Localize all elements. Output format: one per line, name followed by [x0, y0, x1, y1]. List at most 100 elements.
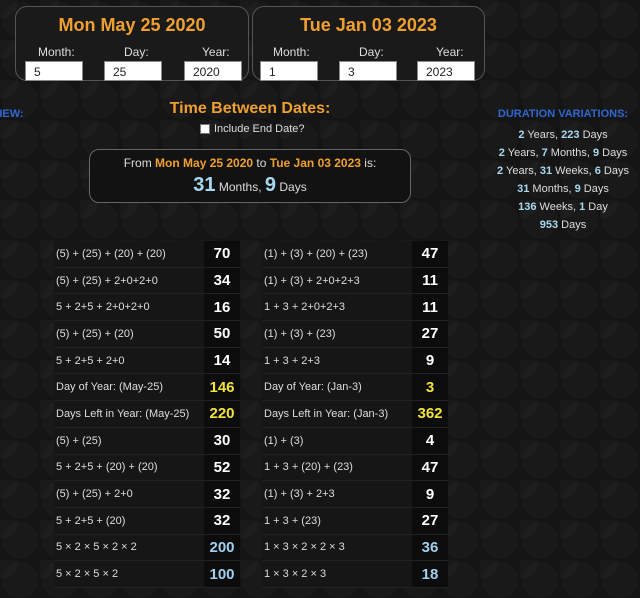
from-prefix: From — [123, 156, 152, 170]
table-row: (5) + (25) + (20) + (20) 70 — [54, 241, 240, 268]
duration-number: 31 — [539, 165, 553, 177]
date2-month-input[interactable]: 1 — [260, 61, 318, 81]
duration-line: 136 Weeks, 1 Day — [486, 198, 640, 216]
to-date: Tue Jan 03 2023 — [269, 156, 361, 170]
table-row: Day of Year: (May-25) 146 — [54, 374, 240, 402]
row-value: 50 — [204, 321, 240, 347]
row-value: 47 — [412, 241, 448, 267]
table-row: (1) + (3) + 2+3 9 — [262, 481, 448, 508]
table-row: (1) + (3) + (20) + (23) 47 — [262, 241, 448, 268]
table-row: 5 + 2+5 + (20) + (20) 52 — [54, 454, 240, 482]
duration-unit: Day — [585, 201, 608, 213]
duration-unit: Days — [579, 129, 608, 141]
row-value: 36 — [412, 534, 448, 561]
date2-year-input[interactable]: 2023 — [417, 61, 475, 81]
table-row: 1 + 3 + 2+0+2+3 11 — [262, 294, 448, 322]
row-expression: 1 + 3 + 2+0+2+3 — [262, 294, 412, 321]
duration-variations: DURATION VARIATIONS: 2 Years, 223 Days 2 … — [486, 108, 640, 234]
duration-unit: Weeks, — [536, 201, 580, 213]
table-row: 5 × 2 × 5 × 2 100 — [54, 561, 240, 588]
include-end-date-checkbox[interactable] — [200, 124, 210, 134]
duration-number: 136 — [518, 201, 537, 213]
table-row: 5 + 2+5 + 2+0 14 — [54, 347, 240, 375]
row-expression: 5 + 2+5 + (20) + (20) — [54, 454, 204, 481]
row-expression: (5) + (25) + (20) — [54, 321, 204, 347]
date2-year-label: Year: — [436, 45, 464, 59]
view-label: VIEW: — [0, 108, 24, 120]
table-row: Days Left in Year: (May-25) 220 — [54, 401, 240, 428]
to-word: to — [256, 156, 267, 170]
row-expression: 5 + 2+5 + 2+0 — [54, 347, 204, 374]
table-row: 1 + 3 + (20) + (23) 47 — [262, 454, 448, 482]
table-row: (5) + (25) 30 — [54, 427, 240, 455]
table-row: 5 × 2 × 5 × 2 × 2 200 — [54, 534, 240, 562]
duration-unit: Years, — [503, 165, 540, 177]
row-value: 362 — [412, 401, 448, 427]
row-value: 27 — [412, 321, 448, 347]
row-value: 52 — [204, 454, 240, 481]
time-between-title: Time Between Dates: — [169, 100, 331, 117]
row-expression: 5 × 2 × 5 × 2 — [54, 561, 204, 587]
include-end-date[interactable]: Include End Date? — [200, 123, 305, 135]
date2-day-input[interactable]: 3 — [339, 61, 397, 81]
date2-day-label: Day: — [359, 45, 384, 59]
row-value: 3 — [412, 374, 448, 401]
from-date: Mon May 25 2020 — [155, 156, 254, 170]
row-value: 70 — [204, 241, 240, 267]
row-expression: Day of Year: (Jan-3) — [262, 374, 412, 401]
duration-line: 31 Months, 9 Days — [486, 180, 640, 198]
row-expression: 1 × 3 × 2 × 2 × 3 — [262, 534, 412, 561]
row-expression: 5 + 2+5 + (20) — [54, 507, 204, 534]
row-expression: 5 × 2 × 5 × 2 × 2 — [54, 534, 204, 561]
row-value: 32 — [204, 507, 240, 534]
duration-unit: Days — [558, 219, 587, 231]
row-value: 18 — [412, 561, 448, 587]
result-suffix: is: — [364, 156, 377, 170]
row-value: 47 — [412, 454, 448, 481]
row-expression: Days Left in Year: (Jan-3) — [262, 401, 412, 427]
table-row: (1) + (3) + (23) 27 — [262, 321, 448, 348]
date2-month-label: Month: — [273, 45, 310, 59]
date1-numerology-table: (5) + (25) + (20) + (20) 70 (5) + (25) + 2… — [54, 241, 240, 588]
duration-unit: Weeks, — [552, 165, 595, 177]
duration-number: 223 — [561, 129, 580, 141]
row-value: 220 — [204, 401, 240, 427]
table-row: 1 + 3 + 2+3 9 — [262, 347, 448, 375]
row-expression: (5) + (25) + 2+0+2+0 — [54, 267, 204, 294]
result-months-label: Months, — [218, 180, 262, 194]
row-expression: Day of Year: (May-25) — [54, 374, 204, 401]
row-value: 9 — [412, 347, 448, 374]
date1-year-label: Year: — [202, 45, 230, 59]
table-row: 5 + 2+5 + (20) 32 — [54, 507, 240, 535]
row-value: 30 — [204, 427, 240, 454]
row-expression: 1 + 3 + (23) — [262, 507, 412, 534]
row-expression: (5) + (25) — [54, 427, 204, 454]
date1-day-input[interactable]: 25 — [104, 61, 162, 81]
duration-line: 2 Years, 7 Months, 9 Days — [486, 144, 640, 162]
row-value: 32 — [204, 481, 240, 507]
duration-number: 953 — [539, 219, 559, 231]
date1-title: Mon May 25 2020 — [58, 15, 206, 35]
date1-month-input[interactable]: 5 — [25, 61, 83, 81]
table-row: (5) + (25) + (20) 50 — [54, 321, 240, 348]
row-expression: Days Left in Year: (May-25) — [54, 401, 204, 427]
duration-unit: Months, — [529, 183, 575, 195]
date-picker-1: Mon May 25 2020 Month: Day: Year: 5 25 2… — [15, 6, 249, 81]
result-days: 9 — [264, 174, 277, 196]
date1-year-input[interactable]: 2020 — [184, 61, 242, 81]
date1-day-label: Day: — [124, 45, 149, 59]
table-row: (1) + (3) 4 — [262, 427, 448, 455]
date1-month-label: Month: — [38, 45, 75, 59]
row-expression: (1) + (3) + (23) — [262, 321, 412, 347]
row-expression: 1 × 3 × 2 × 3 — [262, 561, 412, 587]
row-value: 34 — [204, 267, 240, 294]
row-expression: 1 + 3 + (20) + (23) — [262, 454, 412, 481]
table-row: 1 + 3 + (23) 27 — [262, 507, 448, 535]
duration-number: 31 — [517, 183, 530, 195]
row-value: 27 — [412, 507, 448, 534]
date-picker-2: Tue Jan 03 2023 Month: Day: Year: 1 3 20… — [252, 6, 485, 81]
row-expression: (1) + (3) + 2+3 — [262, 481, 412, 507]
row-expression: (5) + (25) + 2+0 — [54, 481, 204, 507]
duration-unit: Months, — [547, 147, 593, 159]
result-days-label: Days — [279, 180, 307, 194]
